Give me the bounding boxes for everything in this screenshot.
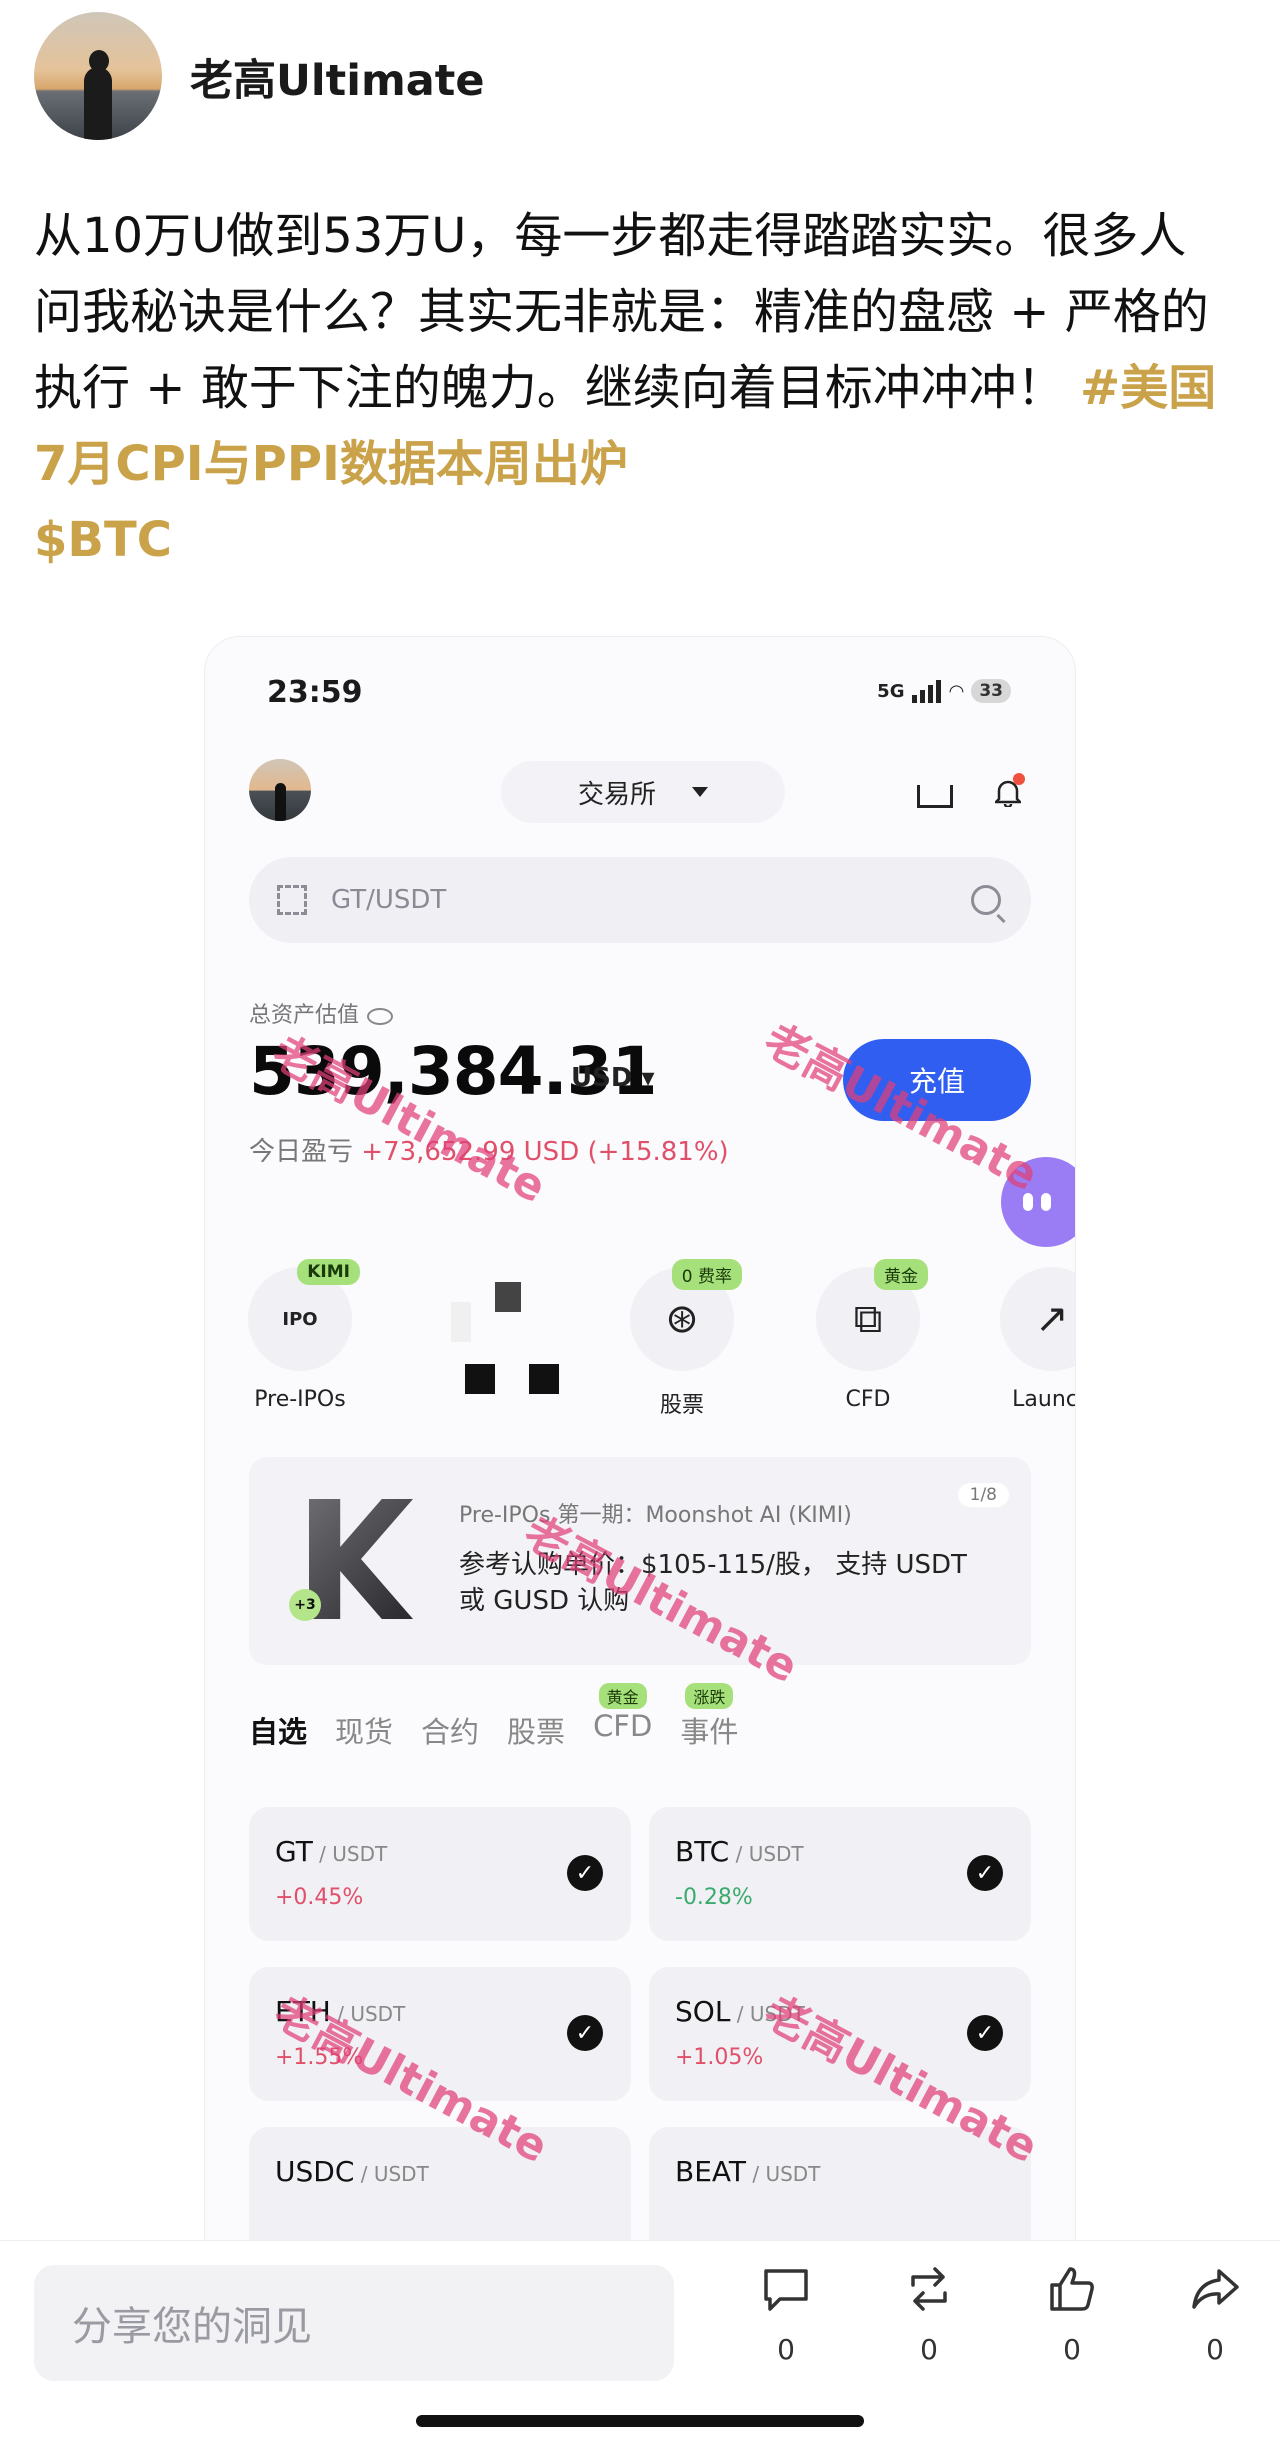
check-icon: ✓ [967, 1855, 1003, 1891]
banner-title: Pre-IPOs 第一期：Moonshot AI (KIMI) [459, 1503, 852, 1528]
quick-label: CFD [845, 1387, 891, 1412]
check-icon: ✓ [567, 2015, 603, 2051]
tab-badge: 涨跌 [685, 1683, 734, 1709]
check-icon: ✓ [967, 2015, 1003, 2051]
search-icon [971, 885, 1001, 915]
battery-icon: 33 [971, 679, 1011, 703]
watchlist-card: GT / USDT +0.45% ✓ [249, 1807, 631, 1941]
home-indicator [416, 2415, 864, 2427]
quick-item-cfd: ⧉ 黄金 CFD [793, 1259, 943, 1412]
card-change: +1.05% [675, 2045, 764, 2070]
asset-label: 总资产估值 [249, 997, 394, 1029]
signal-icon [912, 679, 942, 703]
chart-icon: ⧉ 黄金 [816, 1259, 928, 1371]
tab-spot: 现货 [335, 1715, 394, 1749]
ipo-icon: IPO KIMI [248, 1259, 360, 1371]
deposit-button: 充值 [843, 1039, 1031, 1121]
quick-item-launch: ↗D Launch [977, 1267, 1075, 1412]
notification-dot [1013, 773, 1025, 785]
promo-banner: +3 Pre-IPOs 第一期：Moonshot AI (KIMI) 参考认购单… [249, 1457, 1031, 1665]
chevron-down-icon [692, 787, 708, 797]
comment-count: 0 [777, 2333, 795, 2366]
tab-cfd: CFD 黄金 [593, 1683, 652, 1751]
eye-icon [367, 1007, 394, 1025]
tab-favorites: 自选 [249, 1715, 308, 1749]
pixelated-redaction [441, 1272, 581, 1427]
card-symbol: SOL / USDT [675, 1995, 805, 2028]
like-button[interactable]: 0 [1032, 2263, 1112, 2366]
pnl-row: 今日盈亏 +73,652.99 USD (+15.81%) [249, 1131, 729, 1168]
scan-icon [917, 785, 953, 808]
assistant-bot-icon [1001, 1157, 1075, 1247]
status-icons: 5G ◠ 33 [877, 679, 1011, 703]
share-count: 0 [1206, 2333, 1224, 2366]
market-tabs: 自选 现货 合约 股票 CFD 黄金 事件 涨跌 [249, 1683, 738, 1751]
cashtag-link[interactable]: $BTC [34, 512, 172, 568]
repost-icon [903, 2263, 955, 2315]
quick-badge: 0 费率 [671, 1259, 742, 1290]
watchlist-card: SOL / USDT +1.05% ✓ [649, 1967, 1031, 2101]
watchlist-card: BEAT / USDT [649, 2127, 1031, 2241]
quick-label: Pre-IPOs [254, 1387, 346, 1412]
pnl-value: +73,652.99 USD (+15.81%) [361, 1137, 729, 1167]
wifi-icon: ◠ [949, 680, 964, 702]
avatar-figure [84, 67, 112, 140]
bottom-action-bar: 分享您的洞见 0 0 0 0 [0, 2240, 1280, 2450]
author-avatar[interactable] [34, 12, 162, 140]
card-symbol: ETH / USDT [275, 1995, 406, 2028]
launch-icon: ↗D [1000, 1267, 1075, 1371]
exchange-selector: 交易所 [501, 761, 785, 823]
author-name[interactable]: 老高Ultimate [190, 46, 485, 108]
share-button[interactable]: 0 [1175, 2263, 1255, 2366]
search-placeholder: GT/USDT [331, 885, 447, 915]
tab-badge: 黄金 [598, 1683, 647, 1709]
network-label: 5G [877, 680, 905, 702]
watchlist-card: ETH / USDT +1.55% ✓ [249, 1967, 631, 2101]
status-time: 23:59 [267, 675, 363, 710]
card-symbol: BTC / USDT [675, 1835, 804, 1868]
tab-stocks: 股票 [507, 1715, 566, 1749]
tab-futures: 合约 [421, 1715, 480, 1749]
embedded-screenshot: 23:59 5G ◠ 33 交易所 GT/USDT 总资产估值 539,384.… [204, 636, 1076, 2242]
app-avatar [249, 759, 311, 821]
quick-label: Launch [1012, 1387, 1075, 1412]
card-symbol: GT / USDT [275, 1835, 388, 1868]
stocks-icon: ⊛ 0 费率 [630, 1259, 742, 1371]
post-body: 从10万U做到53万U，每一步都走得踏踏实实。很多人问我秘诀是什么？其实无非就是… [34, 198, 1234, 578]
card-change: +1.55% [275, 2045, 364, 2070]
asset-currency: USD ▾ [571, 1063, 655, 1093]
share-icon [1189, 2263, 1241, 2315]
repost-button[interactable]: 0 [889, 2263, 969, 2366]
card-symbol: USDC / USDT [275, 2155, 429, 2188]
plus-badge: +3 [289, 1589, 321, 1621]
exchange-label: 交易所 [577, 779, 656, 810]
quick-item-stocks: ⊛ 0 费率 股票 [607, 1259, 757, 1419]
tab-events: 事件 涨跌 [680, 1683, 738, 1751]
quick-item-preipo: IPO KIMI Pre-IPOs [225, 1259, 375, 1412]
quick-badge: KIMI [297, 1259, 360, 1285]
search-bar: GT/USDT [249, 857, 1031, 943]
banner-body: 参考认购单价：$105-115/股， 支持 USDT 或 GUSD 认购 [459, 1550, 967, 1616]
watchlist-card: USDC / USDT [249, 2127, 631, 2241]
pnl-label: 今日盈亏 [249, 1137, 354, 1167]
like-icon [1046, 2263, 1098, 2315]
comment-button[interactable]: 0 [746, 2263, 826, 2366]
comment-input[interactable]: 分享您的洞见 [34, 2265, 674, 2381]
comment-icon [760, 2263, 812, 2315]
quick-badge: 黄金 [874, 1259, 928, 1290]
scan-icon [277, 885, 307, 915]
card-change: +0.45% [275, 1885, 364, 1910]
card-symbol: BEAT / USDT [675, 2155, 821, 2188]
repost-count: 0 [920, 2333, 938, 2366]
banner-pager: 1/8 [957, 1483, 1009, 1507]
bell-icon [992, 773, 1025, 809]
like-count: 0 [1063, 2333, 1081, 2366]
quick-label: 股票 [659, 1393, 704, 1418]
watchlist-card: BTC / USDT -0.28% ✓ [649, 1807, 1031, 1941]
post-text: 从10万U做到53万U，每一步都走得踏踏实实。很多人问我秘诀是什么？其实无非就是… [34, 208, 1209, 416]
kimi-logo-image [309, 1499, 413, 1619]
card-change: -0.28% [675, 1885, 753, 1910]
check-icon: ✓ [567, 1855, 603, 1891]
